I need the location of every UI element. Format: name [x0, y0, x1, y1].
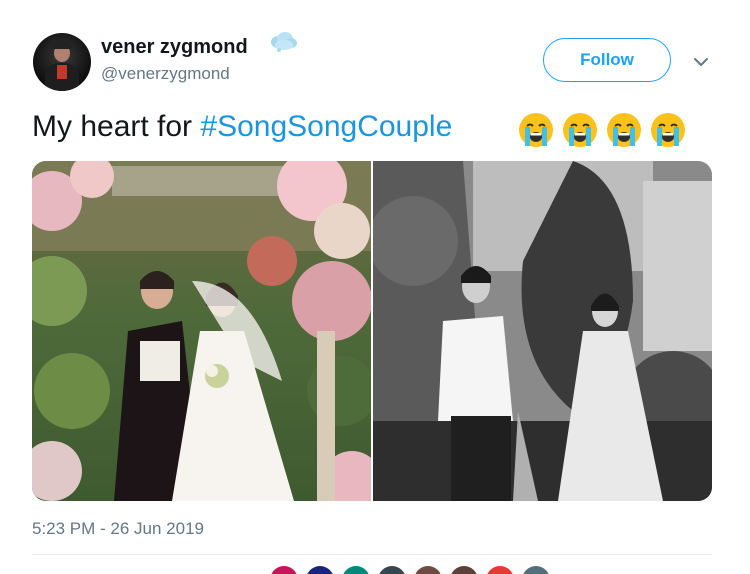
- loudly-crying-face-icon: [563, 113, 597, 147]
- user-handle[interactable]: @venerzygmond: [101, 64, 230, 84]
- liker-avatar[interactable]: [450, 566, 478, 574]
- loudly-crying-face-icon: [651, 113, 685, 147]
- liker-avatar[interactable]: [522, 566, 550, 574]
- tweet-text: My heart for #SongSongCouple: [32, 110, 452, 144]
- avatar[interactable]: [33, 33, 91, 91]
- wedding-photo-bw[interactable]: [373, 161, 712, 501]
- loudly-crying-face-icon: [519, 113, 553, 147]
- divider: [32, 554, 712, 555]
- liker-avatars: [270, 566, 550, 574]
- tweet-timestamp[interactable]: 5:23 PM - 26 Jun 2019: [32, 519, 204, 539]
- display-name[interactable]: vener zygmond: [101, 36, 248, 59]
- liker-avatar[interactable]: [306, 566, 334, 574]
- loudly-crying-face-icon: [607, 113, 641, 147]
- hashtag-link[interactable]: #SongSongCouple: [200, 110, 452, 143]
- liker-avatar[interactable]: [342, 566, 370, 574]
- tweet-text-plain: My heart for: [32, 110, 201, 143]
- cloud-bubble-icon: [271, 32, 297, 52]
- liker-avatar[interactable]: [414, 566, 442, 574]
- emoji-group: [516, 110, 688, 150]
- chevron-down-icon[interactable]: [691, 52, 711, 72]
- liker-avatar[interactable]: [270, 566, 298, 574]
- wedding-photo-bw-image: [373, 161, 712, 501]
- follow-button[interactable]: Follow: [543, 38, 671, 82]
- wedding-photo-color[interactable]: [32, 161, 371, 501]
- liker-avatar[interactable]: [378, 566, 406, 574]
- media-gallery[interactable]: [32, 161, 712, 501]
- wedding-photo-color-image: [32, 161, 371, 501]
- liker-avatar[interactable]: [486, 566, 514, 574]
